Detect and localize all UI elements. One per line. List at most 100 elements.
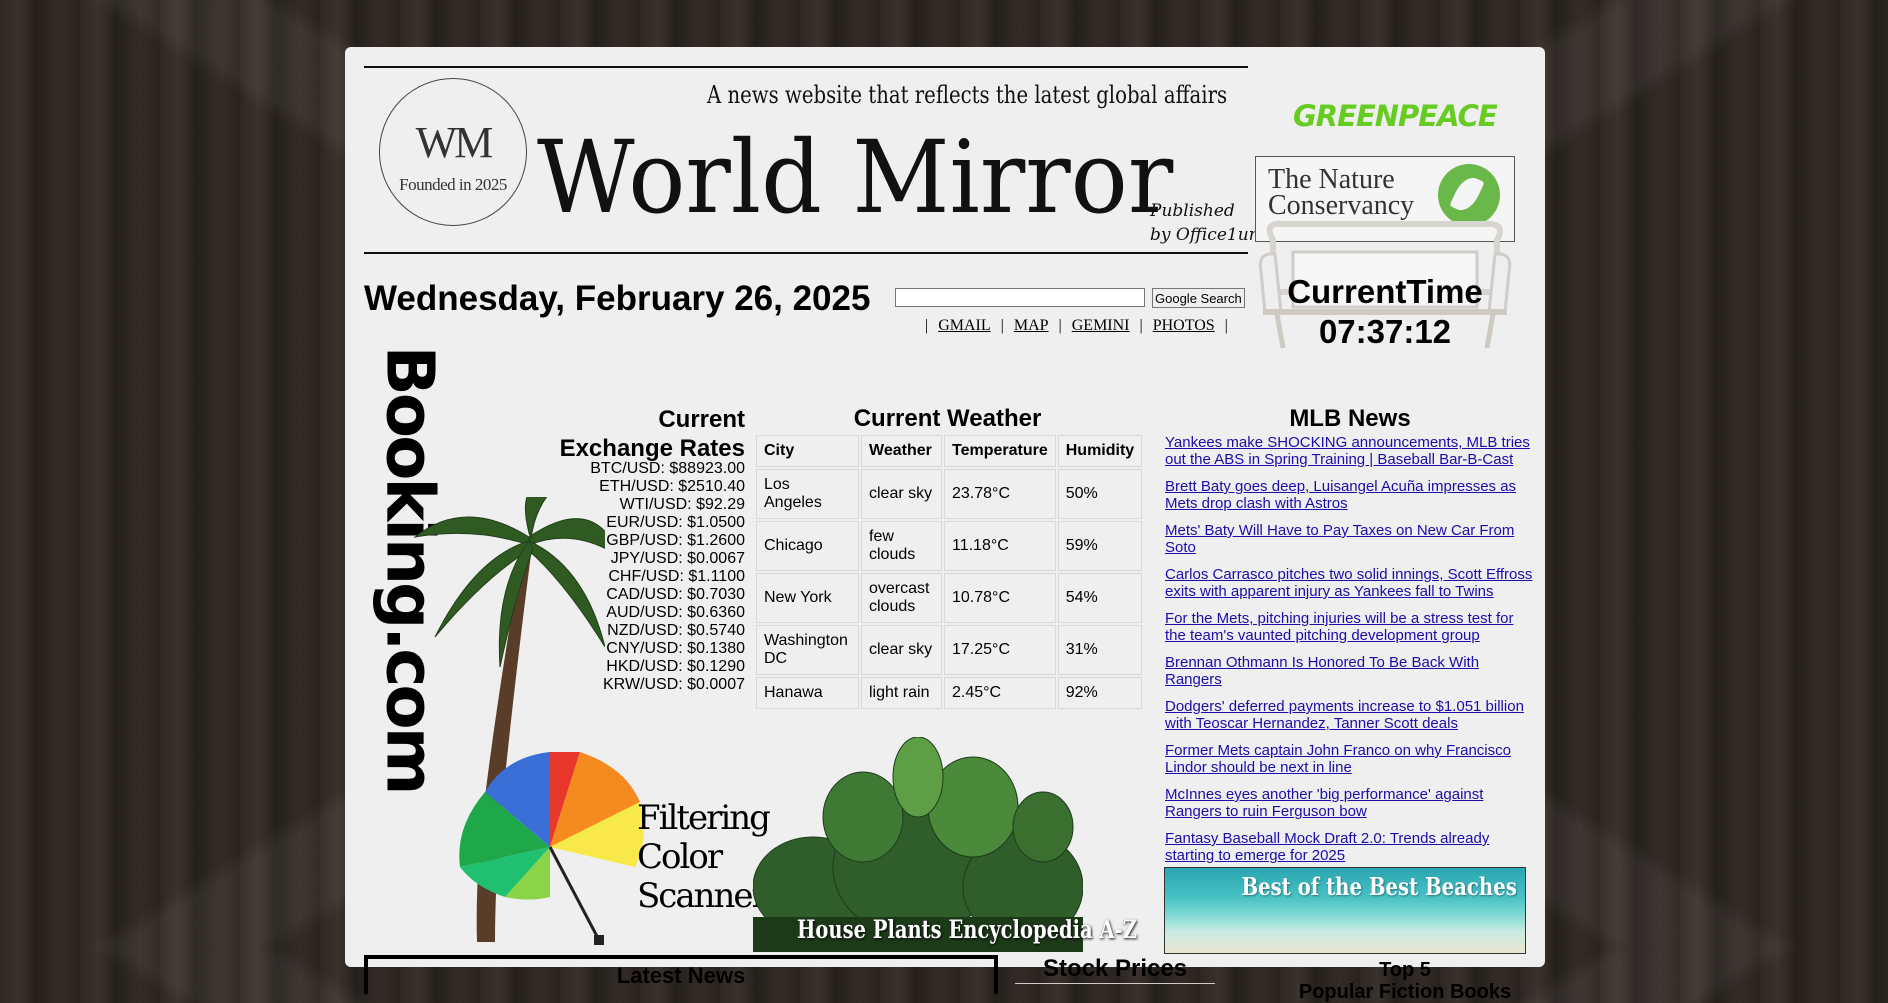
top5-line2: Popular Fiction Books (1298, 981, 1512, 1003)
weather-cell: overcast clouds (861, 573, 942, 623)
temperature-cell: 11.18°C (944, 521, 1056, 571)
masthead-bottom-rule (364, 252, 1248, 254)
masthead-top-rule (364, 66, 1248, 68)
temperature-cell: 17.25°C (944, 625, 1056, 675)
umbrella-image (459, 752, 644, 945)
site-title: World Mirror (537, 119, 1174, 236)
weather-cell: few clouds (861, 521, 942, 571)
rate-item: EUR/USD: $1.0500 (606, 514, 745, 531)
col-temperature: Temperature (944, 435, 1056, 467)
greenpeace-ad[interactable]: GREENPEACE (1293, 99, 1498, 133)
col-city: City (756, 435, 859, 467)
rate-item: BTC/USD: $88923.00 (590, 460, 745, 477)
weather-table: City Weather Temperature Humidity Los An… (754, 433, 1144, 711)
rate-item: KRW/USD: $0.0007 (603, 676, 745, 693)
weather-row: New York overcast clouds 10.78°C 54% (756, 573, 1143, 623)
umbrella-line3: Scanner (637, 876, 768, 916)
top5-books-title: Top 5 Popular Fiction Books (1260, 959, 1550, 1003)
mlb-news-link[interactable]: McInnes eyes another 'big performance' a… (1165, 786, 1537, 820)
best-beaches-ad[interactable]: Best of the Best Beaches (1164, 867, 1526, 954)
mlb-news-link[interactable]: Mets' Baty Will Have to Pay Taxes on New… (1165, 522, 1537, 556)
rate-item: CNY/USD: $0.1380 (606, 640, 745, 657)
mlb-news-link[interactable]: Brennan Othmann Is Honored To Be Back Wi… (1165, 654, 1537, 688)
mlb-news-link[interactable]: Dodgers' deferred payments increase to $… (1165, 698, 1537, 732)
google-search-button[interactable]: Google Search (1152, 288, 1245, 308)
stock-prices-title: Stock Prices (1042, 955, 1188, 982)
weather-cell: clear sky (861, 625, 942, 675)
umbrella-line1: Filtering (637, 798, 771, 838)
top5-line1: Top 5 (1379, 959, 1431, 981)
mlb-news-link[interactable]: Yankees make SHOCKING announcements, MLB… (1165, 434, 1537, 468)
gmail-link[interactable]: GMAIL (938, 317, 990, 334)
weather-cell: light rain (861, 677, 942, 709)
site-tagline: A news website that reflects the latest … (707, 81, 1228, 109)
rates-title-line1: Current (658, 406, 745, 433)
weather-cell: clear sky (861, 469, 942, 519)
rate-item: JPY/USD: $0.0067 (610, 550, 745, 567)
rate-item: CHF/USD: $1.1100 (608, 568, 745, 585)
best-beaches-label: Best of the Best Beaches (1241, 872, 1517, 901)
newspaper-page: WM Founded in 2025 A news website that r… (345, 47, 1545, 1003)
city-cell: Washington DC (756, 625, 859, 675)
weather-row: Los Angeles clear sky 23.78°C 50% (756, 469, 1143, 519)
logo-founded: Founded in 2025 (399, 175, 507, 194)
col-weather: Weather (861, 435, 942, 467)
weather-row: Washington DC clear sky 17.25°C 31% (756, 625, 1143, 675)
current-time-label: CurrentTime (1287, 273, 1483, 310)
logo-initials: WM (415, 118, 494, 167)
map-link[interactable]: MAP (1014, 317, 1049, 334)
rate-item: CAD/USD: $0.7030 (606, 586, 745, 603)
gemini-link[interactable]: GEMINI (1072, 317, 1130, 334)
mlb-news-link[interactable]: For the Mets, pitching injuries will be … (1165, 610, 1537, 644)
mlb-news-link[interactable]: Carlos Carrasco pitches two solid inning… (1165, 566, 1537, 600)
rate-item: GBP/USD: $1.2600 (606, 532, 745, 549)
top-links: | GMAIL | MAP | GEMINI | PHOTOS | (925, 317, 1228, 335)
photos-link[interactable]: PHOTOS (1153, 317, 1215, 334)
published-by: Published by Office1un (1150, 199, 1260, 247)
rates-title-line2: Exchange Rates (559, 435, 745, 462)
current-date: Wednesday, February 26, 2025 (364, 279, 871, 318)
weather-header-row: City Weather Temperature Humidity (756, 435, 1143, 467)
temperature-cell: 23.78°C (944, 469, 1056, 519)
house-plants-label: House Plants Encyclopedia A-Z (797, 915, 1137, 944)
mlb-news-list: Yankees make SHOCKING announcements, MLB… (1165, 434, 1537, 874)
mlb-news-link[interactable]: Brett Baty goes deep, Luisangel Acuña im… (1165, 478, 1537, 512)
temperature-cell: 10.78°C (944, 573, 1056, 623)
mlb-news-title: MLB News (1289, 405, 1411, 432)
mlb-news-link[interactable]: Former Mets captain John Franco on why F… (1165, 742, 1537, 776)
rate-item: WTI/USD: $92.29 (619, 496, 745, 513)
humidity-cell: 50% (1057, 469, 1143, 519)
mlb-news-link[interactable]: Fantasy Baseball Mock Draft 2.0: Trends … (1165, 830, 1537, 864)
weather-row: Hanawa light rain 2.45°C 92% (756, 677, 1143, 709)
temperature-cell: 2.45°C (944, 677, 1056, 709)
city-cell: Los Angeles (756, 469, 859, 519)
weather-row: Chicago few clouds 11.18°C 59% (756, 521, 1143, 571)
link-separator: | (1058, 317, 1062, 334)
published-line2: by Office1un (1150, 225, 1260, 245)
site-logo[interactable]: WM Founded in 2025 (379, 78, 527, 226)
stock-prices-table (1015, 983, 1215, 996)
link-separator: | (1000, 317, 1004, 334)
current-time-widget: CurrentTime 07:37:12 (1255, 272, 1515, 352)
latest-news-header: Latest News (364, 955, 998, 994)
link-separator: | (1139, 317, 1143, 334)
rate-item: AUD/USD: $0.6360 (606, 604, 745, 621)
city-cell: New York (756, 573, 859, 623)
col-humidity: Humidity (1057, 435, 1143, 467)
rate-item: ETH/USD: $2510.40 (599, 478, 745, 495)
published-line1: Published (1150, 201, 1235, 221)
rate-item: HKD/USD: $0.1290 (606, 658, 745, 675)
current-time-value: 07:37:12 (1318, 313, 1452, 350)
weather-title: Current Weather (853, 405, 1042, 432)
humidity-cell: 92% (1057, 677, 1143, 709)
exchange-rates-list: BTC/USD: $88923.00 ETH/USD: $2510.40 WTI… (505, 460, 745, 694)
link-separator: | (1224, 317, 1228, 334)
city-cell: Hanawa (756, 677, 859, 709)
search-input[interactable] (895, 288, 1145, 307)
filtering-color-scanner-ad[interactable]: Filtering Color Scanner (637, 798, 771, 916)
umbrella-line2: Color (637, 837, 723, 877)
city-cell: Chicago (756, 521, 859, 571)
humidity-cell: 59% (1057, 521, 1143, 571)
humidity-cell: 31% (1057, 625, 1143, 675)
link-separator: | (925, 317, 929, 334)
